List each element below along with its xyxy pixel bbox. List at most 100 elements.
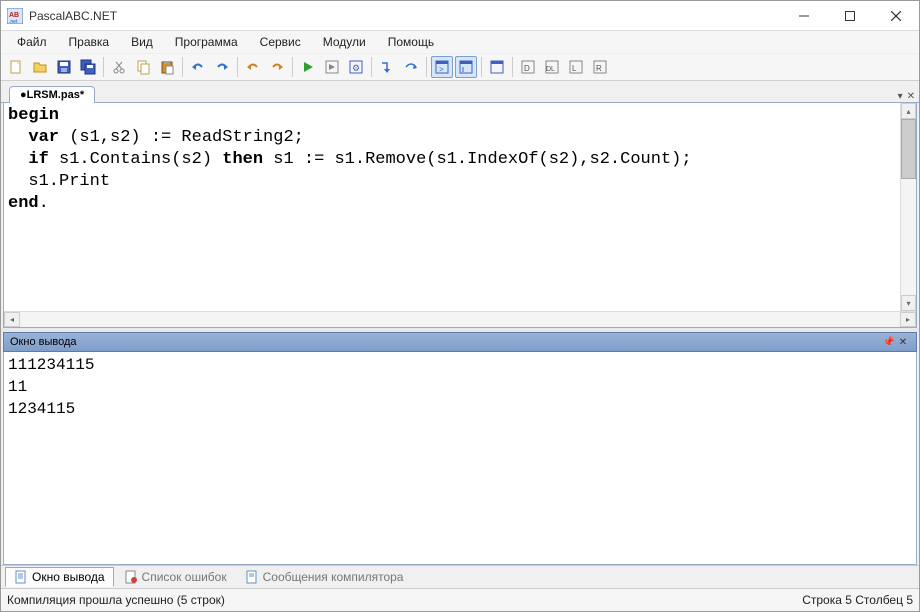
panel-tab-label: Список ошибок <box>142 570 227 584</box>
new-file-icon[interactable] <box>5 56 27 78</box>
code-text: begin <box>8 106 59 125</box>
save-all-icon[interactable] <box>77 56 99 78</box>
menu-view[interactable]: Вид <box>121 33 163 51</box>
scroll-up-icon[interactable]: ▴ <box>901 103 916 119</box>
svg-text:DL: DL <box>546 66 555 73</box>
svg-text:L: L <box>572 64 577 73</box>
menubar: Файл Правка Вид Программа Сервис Модули … <box>1 31 919 53</box>
code-text <box>8 150 28 169</box>
nav-back-icon[interactable] <box>242 56 264 78</box>
copy-icon[interactable] <box>132 56 154 78</box>
output-title: Окно вывода <box>10 336 77 348</box>
error-list-icon <box>124 570 138 584</box>
svg-text:R: R <box>596 64 602 73</box>
run-no-debug-icon[interactable] <box>321 56 343 78</box>
compile-icon[interactable]: ⚙ <box>345 56 367 78</box>
panel-tab-errors[interactable]: Список ошибок <box>116 568 235 586</box>
status-left: Компиляция прошла успешно (5 строк) <box>7 593 225 607</box>
panel-tab-compiler[interactable]: Сообщения компилятора <box>237 568 412 586</box>
module-d-icon[interactable]: D <box>517 56 539 78</box>
toolbar-separator <box>371 57 372 77</box>
panel-tab-label: Окно вывода <box>32 570 105 584</box>
open-file-icon[interactable] <box>29 56 51 78</box>
window-mode-2-icon[interactable] <box>455 56 477 78</box>
menu-file[interactable]: Файл <box>7 33 57 51</box>
pin-icon[interactable]: 📌 <box>882 337 896 348</box>
scroll-right-icon[interactable]: ▸ <box>900 312 916 327</box>
menu-modules[interactable]: Модули <box>313 33 376 51</box>
code-text: if <box>28 150 48 169</box>
svg-text:D: D <box>524 64 530 73</box>
window-title: PascalABC.NET <box>29 9 781 23</box>
paste-icon[interactable] <box>156 56 178 78</box>
panel-tab-output[interactable]: Окно вывода <box>5 567 114 587</box>
svg-text:AB: AB <box>9 12 19 19</box>
menu-edit[interactable]: Правка <box>59 33 120 51</box>
tabstrip: ●LRSM.pas* ▾ ✕ <box>1 81 919 103</box>
window-mode-1-icon[interactable]: > <box>431 56 453 78</box>
toolbar-separator <box>426 57 427 77</box>
titlebar: AB.net PascalABC.NET <box>1 1 919 31</box>
status-right: Строка 5 Столбец 5 <box>802 593 913 607</box>
module-r-icon[interactable]: R <box>589 56 611 78</box>
module-l-icon[interactable]: L <box>565 56 587 78</box>
toolbar: ⚙ > D DL L R <box>1 53 919 81</box>
code-text: s1.Print <box>8 172 110 191</box>
code-text: then <box>222 150 263 169</box>
code-text: end <box>8 194 39 213</box>
scroll-down-icon[interactable]: ▾ <box>901 295 916 311</box>
toolbar-separator <box>481 57 482 77</box>
code-text: . <box>39 194 49 213</box>
menu-help[interactable]: Помощь <box>378 33 444 51</box>
editor-vscrollbar[interactable]: ▴ ▾ <box>900 103 916 311</box>
step-into-icon[interactable] <box>376 56 398 78</box>
scroll-thumb[interactable] <box>901 119 916 179</box>
editor-hscrollbar[interactable]: ◂ ▸ <box>4 311 916 327</box>
menu-service[interactable]: Сервис <box>250 33 311 51</box>
redo-icon[interactable] <box>211 56 233 78</box>
toolbar-separator <box>292 57 293 77</box>
code-text: var <box>28 128 59 147</box>
cut-icon[interactable] <box>108 56 130 78</box>
maximize-button[interactable] <box>827 1 873 31</box>
app-icon: AB.net <box>7 8 23 24</box>
output-line: 1234115 <box>8 400 75 418</box>
code-text <box>8 128 28 147</box>
minimize-button[interactable] <box>781 1 827 31</box>
module-dl-icon[interactable]: DL <box>541 56 563 78</box>
toolbar-separator <box>237 57 238 77</box>
scroll-left-icon[interactable]: ◂ <box>4 312 20 327</box>
step-over-icon[interactable] <box>400 56 422 78</box>
toolbar-separator <box>512 57 513 77</box>
tab-dropdown-icon[interactable]: ▾ <box>898 91 903 102</box>
output-line: 111234115 <box>8 356 94 374</box>
document-icon <box>245 570 259 584</box>
menu-program[interactable]: Программа <box>165 33 248 51</box>
output-line: 11 <box>8 378 27 396</box>
statusbar: Компиляция прошла успешно (5 строк) Стро… <box>1 589 919 611</box>
svg-text:⚙: ⚙ <box>352 63 360 73</box>
document-icon <box>14 570 28 584</box>
form-designer-icon[interactable] <box>486 56 508 78</box>
nav-forward-icon[interactable] <box>266 56 288 78</box>
panel-tab-label: Сообщения компилятора <box>263 570 404 584</box>
file-tab[interactable]: ●LRSM.pas* <box>9 86 95 103</box>
code-text: s1 := s1.Remove(s1.IndexOf(s2),s2.Count)… <box>263 150 691 169</box>
code-text: (s1,s2) := ReadString2; <box>59 128 304 147</box>
svg-text:.net: .net <box>9 19 18 24</box>
code-text: s1.Contains(s2) <box>49 150 222 169</box>
undo-icon[interactable] <box>187 56 209 78</box>
tab-close-icon[interactable]: ✕ <box>907 91 915 102</box>
panel-tabs: Окно вывода Список ошибок Сообщения комп… <box>1 565 919 589</box>
output-header: Окно вывода 📌 ✕ <box>3 332 917 352</box>
svg-text:>: > <box>439 65 444 74</box>
editor-panel: begin var (s1,s2) := ReadString2; if s1.… <box>3 103 917 328</box>
output-panel[interactable]: 111234115 11 1234115 <box>3 352 917 565</box>
save-icon[interactable] <box>53 56 75 78</box>
code-editor[interactable]: begin var (s1,s2) := ReadString2; if s1.… <box>4 103 916 311</box>
toolbar-separator <box>103 57 104 77</box>
close-button[interactable] <box>873 1 919 31</box>
run-icon[interactable] <box>297 56 319 78</box>
close-panel-icon[interactable]: ✕ <box>896 337 910 348</box>
toolbar-separator <box>182 57 183 77</box>
